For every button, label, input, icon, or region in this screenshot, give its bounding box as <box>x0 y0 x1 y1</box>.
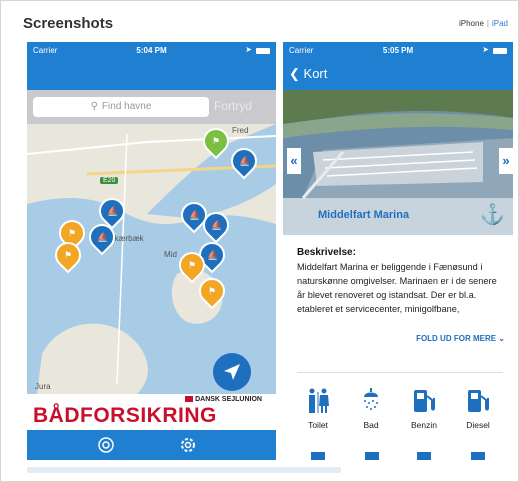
device-switcher: iPhone | iPad <box>459 19 508 28</box>
anchor-icon: ⚓ <box>480 204 505 226</box>
facility-benzin: Benzin <box>399 388 449 430</box>
fuel-pump-icon <box>414 390 435 412</box>
page-title: Screenshots <box>23 15 114 32</box>
danish-flag-icon <box>185 396 194 403</box>
screenshots-panel: Screenshots iPhone | iPad Carrier 5:04 PM … <box>0 0 519 482</box>
facility-label: Toilet <box>308 420 328 430</box>
map-label-jura: Jura <box>35 382 51 391</box>
expand-description-button[interactable]: FOLD UD FOR MERE ⌄ <box>416 334 505 343</box>
search-bar: ⚲ Find havne Fortryd <box>27 90 276 124</box>
harbor-map[interactable]: E20 Fred Skærbæk Mid Jura ⚑ ⛵ ⛵ ⛵ ⛵ ⛵ ⛵ … <box>27 124 276 394</box>
ad-banner[interactable]: DANSK SEJLUNION BÅDFORSIKRING <box>27 394 276 430</box>
section-divider <box>297 372 503 373</box>
facility-icon-partial <box>471 452 485 460</box>
left-phone-screenshot: Carrier 5:04 PM ➤ ⚲ Find havne Fortryd E2… <box>27 42 276 460</box>
facility-label: Diesel <box>466 420 490 430</box>
tab-bar <box>27 430 276 460</box>
description-heading: Beskrivelse: <box>297 247 356 258</box>
chevron-double-down-icon: ⌄ <box>498 334 505 343</box>
map-label-fred: Fred <box>232 126 249 135</box>
lifebuoy-icon[interactable] <box>97 436 115 454</box>
facility-icon-partial <box>365 452 379 460</box>
search-icon: ⚲ <box>90 101 98 112</box>
description-text: Middelfart Marina er beliggende i Fænøsu… <box>297 262 497 314</box>
previous-photo-button[interactable]: « <box>287 148 301 174</box>
status-time: 5:05 PM <box>382 46 414 55</box>
ad-brand: DANSK SEJLUNION <box>185 396 262 403</box>
back-button[interactable]: ❮ Kort <box>289 66 327 82</box>
facility-icon-partial <box>311 452 325 460</box>
road-label-e20: E20 <box>100 177 119 184</box>
search-placeholder: Find havne <box>101 101 152 112</box>
description-fade <box>283 316 513 332</box>
locate-button[interactable] <box>213 353 251 391</box>
facility-icon-partial <box>417 452 431 460</box>
nav-bar <box>27 60 276 90</box>
shower-icon <box>364 388 378 410</box>
status-time: 5:04 PM <box>136 46 167 55</box>
next-photo-button[interactable]: » <box>499 148 513 174</box>
facility-bad: Bad <box>346 388 396 430</box>
iphone-link[interactable]: iPhone <box>459 19 484 28</box>
facility-label: Benzin <box>411 420 437 430</box>
fuel-pump-icon <box>468 390 489 412</box>
marina-name: Middelfart Marina <box>318 209 410 221</box>
ad-title: BÅDFORSIKRING <box>33 404 217 427</box>
toilet-icon <box>309 388 329 413</box>
chevron-left-icon: ❮ <box>289 66 300 81</box>
right-phone-screenshot: Carrier 5:05 PM ➤ ❮ Kort « » Middelfart … <box>283 42 513 460</box>
marina-caption: Middelfart Marina ⚓ <box>283 198 513 235</box>
ipad-link[interactable]: iPad <box>492 19 508 28</box>
facility-toilet: Toilet <box>293 388 343 430</box>
status-bar: Carrier 5:05 PM ➤ <box>283 42 513 60</box>
cancel-button[interactable]: Fortryd <box>214 99 252 113</box>
marina-photo[interactable]: « » Middelfart Marina ⚓ <box>283 90 513 235</box>
facility-diesel: Diesel <box>453 388 503 430</box>
map-label-mid: Mid <box>164 250 177 259</box>
facility-label: Bad <box>363 420 379 430</box>
battery-icon <box>256 48 270 54</box>
nav-bar: ❮ Kort <box>283 60 513 90</box>
device-separator: | <box>486 19 489 28</box>
settings-icon[interactable] <box>179 436 197 454</box>
search-input[interactable]: ⚲ Find havne <box>33 97 209 117</box>
location-icon: ➤ <box>482 45 489 54</box>
status-bar: Carrier 5:04 PM ➤ <box>27 42 276 60</box>
horizontal-scrollbar[interactable] <box>27 467 341 473</box>
location-icon: ➤ <box>245 45 252 54</box>
battery-icon <box>493 48 507 54</box>
locate-arrow-icon <box>224 364 240 380</box>
